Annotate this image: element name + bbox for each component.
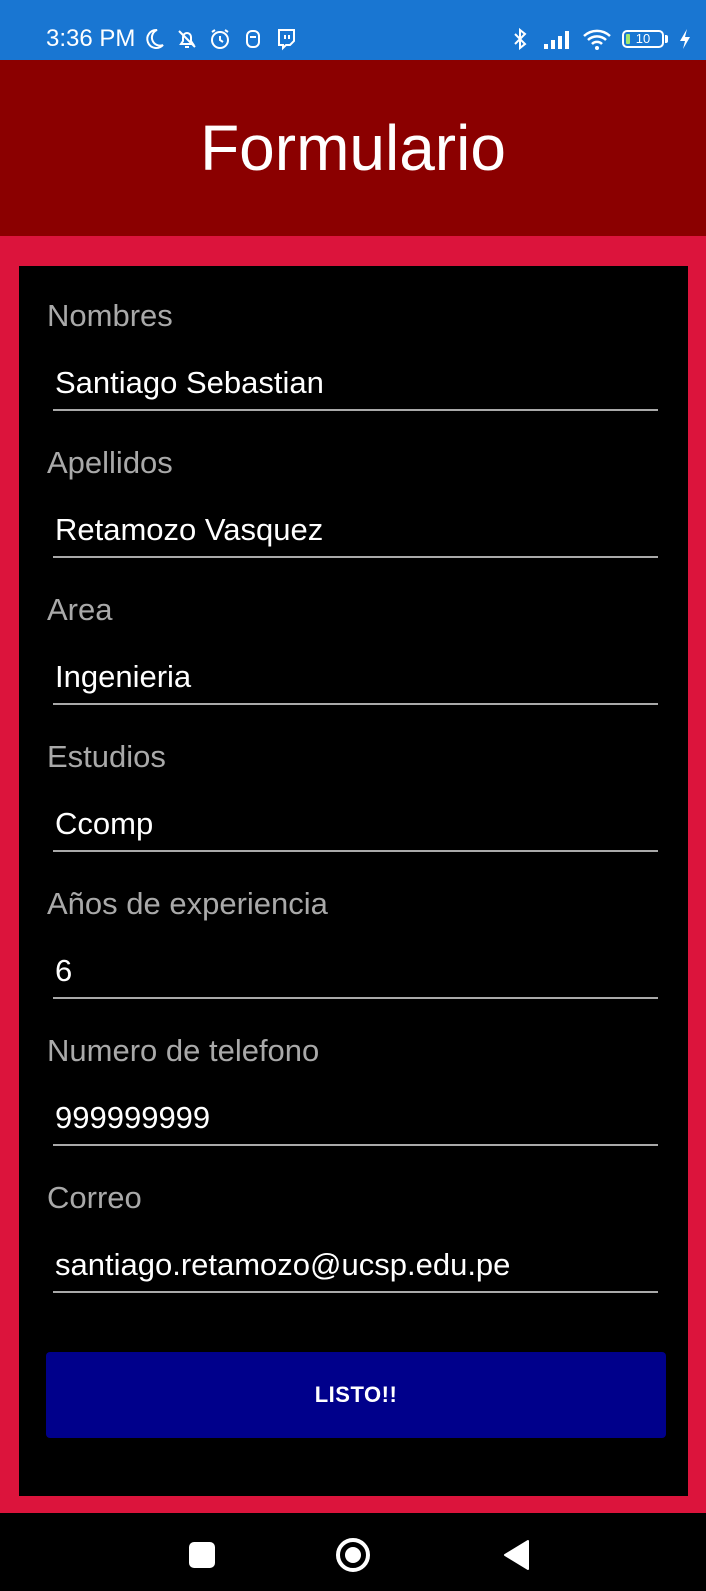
nombres-input[interactable]: Santiago Sebastian: [53, 361, 658, 411]
experiencia-value: 6: [55, 953, 73, 988]
battery-icon: 10: [622, 30, 664, 48]
twitch-icon: [278, 29, 295, 51]
wifi-icon: [583, 29, 611, 50]
app-notification-icon: [246, 30, 260, 48]
experiencia-input[interactable]: 6: [53, 949, 658, 999]
nombres-value: Santiago Sebastian: [55, 365, 324, 400]
area-value: Ingenieria: [55, 659, 192, 694]
form-card: Nombres Santiago Sebastian Apellidos Ret…: [19, 266, 688, 1496]
signal-icon: [544, 31, 569, 49]
status-left-icons: [142, 24, 298, 54]
field-label-experiencia: Años de experiencia: [47, 886, 328, 921]
field-experiencia: Años de experiencia 6: [19, 854, 688, 1002]
alarm-icon: [211, 29, 229, 49]
area-input[interactable]: Ingenieria: [53, 655, 658, 705]
recents-square-icon: [189, 1542, 215, 1568]
telefono-value: 999999999: [55, 1100, 211, 1135]
page-title: Formulario: [200, 112, 506, 184]
silent-bell-icon: [178, 30, 196, 48]
field-area: Area Ingenieria: [19, 560, 688, 708]
back-triangle-icon: [504, 1540, 529, 1570]
telefono-input[interactable]: 999999999: [53, 1096, 658, 1146]
charging-bolt-icon: [680, 29, 690, 49]
moon-icon: [146, 28, 164, 49]
estudios-value: Ccomp: [55, 806, 154, 841]
home-button[interactable]: [333, 1535, 373, 1575]
home-circle-icon: [336, 1538, 370, 1572]
status-right-icons: 10: [508, 24, 692, 54]
battery-indicator: 10: [622, 30, 668, 48]
navigation-bar: [0, 1513, 706, 1591]
field-label-apellidos: Apellidos: [47, 445, 173, 480]
field-label-nombres: Nombres: [47, 298, 173, 333]
field-apellidos: Apellidos Retamozo Vasquez: [19, 413, 688, 561]
field-telefono: Numero de telefono 999999999: [19, 1001, 688, 1149]
correo-input[interactable]: santiago.retamozo@ucsp.edu.pe: [53, 1243, 658, 1293]
recents-button[interactable]: [182, 1535, 222, 1575]
apellidos-input[interactable]: Retamozo Vasquez: [53, 508, 658, 558]
bluetooth-icon: [514, 27, 527, 51]
status-bar: 3:36 PM 10: [0, 0, 706, 60]
listo-button[interactable]: LISTO!!: [46, 1352, 666, 1438]
field-estudios: Estudios Ccomp: [19, 707, 688, 855]
estudios-input[interactable]: Ccomp: [53, 802, 658, 852]
battery-level: 10: [635, 31, 651, 46]
field-correo: Correo santiago.retamozo@ucsp.edu.pe: [19, 1148, 688, 1296]
correo-value: santiago.retamozo@ucsp.edu.pe: [55, 1247, 511, 1282]
form-frame: Nombres Santiago Sebastian Apellidos Ret…: [0, 236, 706, 1513]
field-label-telefono: Numero de telefono: [47, 1033, 320, 1068]
back-button[interactable]: [496, 1535, 536, 1575]
app-bar: Formulario: [0, 60, 706, 236]
apellidos-value: Retamozo Vasquez: [55, 512, 324, 547]
field-label-estudios: Estudios: [47, 739, 166, 774]
field-label-correo: Correo: [47, 1180, 142, 1215]
status-time: 3:36 PM: [46, 25, 136, 52]
field-label-area: Area: [47, 592, 113, 627]
field-nombres: Nombres Santiago Sebastian: [19, 266, 688, 414]
